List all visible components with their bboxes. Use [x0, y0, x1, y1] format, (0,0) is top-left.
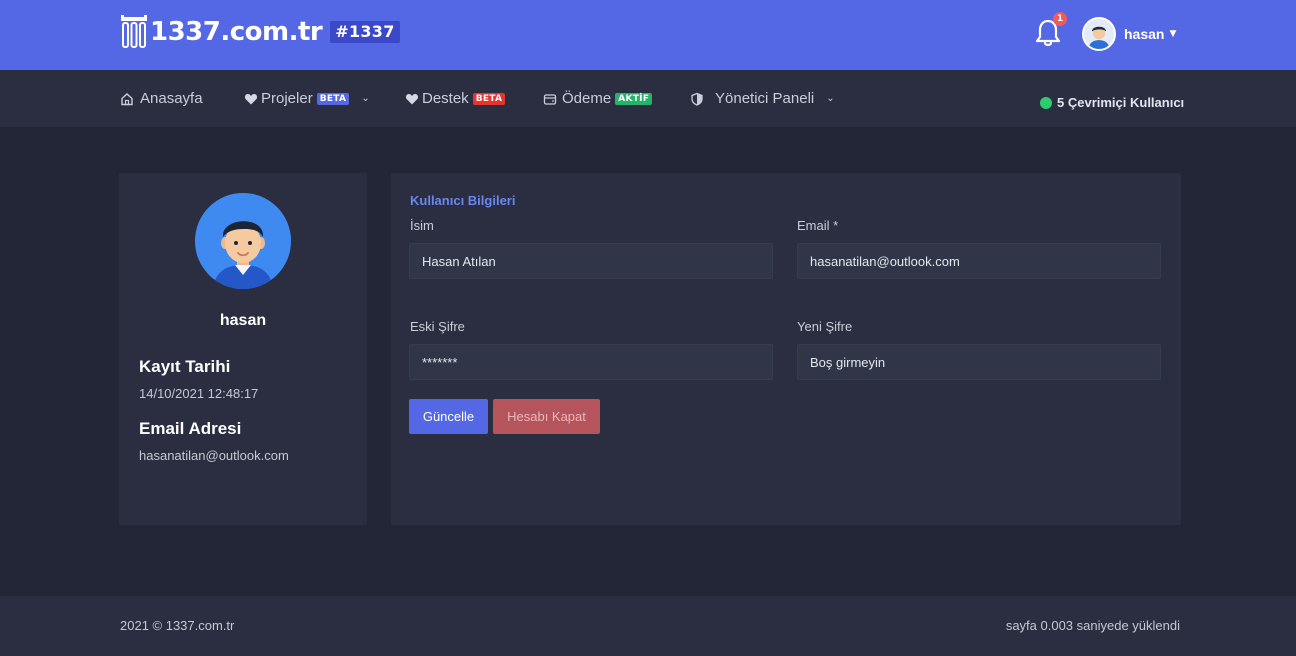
nav-item-projeler[interactable]: Projeler BETA ⌄ [244, 90, 370, 107]
nav-item-anasayfa[interactable]: Anasayfa [120, 90, 203, 107]
user-info-form: Kullanıcı Bilgileri İsim Email * Eski Şi… [391, 173, 1181, 525]
new-password-input[interactable] [797, 344, 1161, 380]
section-title: Kullanıcı Bilgileri [410, 193, 516, 208]
beta-badge: BETA [316, 92, 350, 105]
registered-date-label: Kayıt Tarihi [139, 357, 231, 376]
copyright-text: 2021 © 1337.com.tr [120, 618, 235, 633]
logo-tag: #1337 [330, 21, 400, 43]
nav-item-destek[interactable]: Destek BETA [405, 90, 506, 107]
nav-label: Ödeme [562, 90, 612, 107]
avatar-image-icon [195, 193, 291, 289]
chevron-down-icon: ⌄ [826, 93, 835, 104]
notification-count-badge: 1 [1053, 12, 1067, 26]
heart-icon [405, 93, 419, 104]
nav-label: Anasayfa [140, 90, 203, 107]
logo-text: 1337.com.tr [150, 17, 323, 47]
profile-card: hasan Kayıt Tarihi 14/10/2021 12:48:17 E… [119, 173, 367, 525]
main-nav: Anasayfa Projeler BETA ⌄ Destek BETA Öde… [0, 70, 1296, 128]
heart-icon [244, 93, 258, 104]
email-label: Email * [797, 218, 839, 233]
shield-icon [691, 92, 703, 106]
registered-date-value: 14/10/2021 12:48:17 [139, 386, 259, 401]
online-users-text: 5 Çevrimiçi Kullanıcı [1057, 95, 1185, 110]
online-users: 5 Çevrimiçi Kullanıcı [1040, 95, 1184, 110]
old-password-input[interactable] [409, 344, 773, 380]
top-header: 1337.com.tr #1337 1 hasan ▼ [0, 0, 1296, 70]
beta-badge: BETA [472, 92, 506, 105]
chevron-down-icon: ⌄ [361, 93, 370, 104]
avatar [1082, 17, 1116, 51]
name-input[interactable] [409, 243, 773, 279]
old-password-label: Eski Şifre [410, 319, 465, 334]
nav-item-yonetici-paneli[interactable]: Yönetici Paneli ⌄ [690, 90, 835, 107]
footer: 2021 © 1337.com.tr sayfa 0.003 saniyede … [0, 596, 1296, 656]
new-password-label: Yeni Şifre [797, 319, 853, 334]
online-status-icon [1040, 96, 1052, 109]
email-input[interactable] [797, 243, 1161, 279]
email-address-value: hasanatilan@outlook.com [139, 448, 289, 463]
close-account-button[interactable]: Hesabı Kapat [493, 399, 600, 434]
logo-icon [121, 15, 147, 48]
wallet-icon [543, 93, 557, 105]
avatar [195, 193, 291, 289]
active-badge: AKTİF [615, 92, 653, 105]
name-label: İsim [410, 218, 434, 233]
nav-label: Yönetici Paneli [715, 90, 815, 107]
chevron-down-icon: ▼ [1169, 29, 1177, 39]
user-name: hasan [1124, 26, 1165, 42]
nav-label: Projeler [261, 90, 313, 107]
nav-item-odeme[interactable]: Ödeme AKTİF [543, 90, 653, 107]
update-button[interactable]: Güncelle [409, 399, 488, 434]
home-icon [121, 92, 133, 105]
email-address-label: Email Adresi [139, 419, 242, 438]
nav-label: Destek [422, 90, 469, 107]
site-logo[interactable]: 1337.com.tr #1337 [120, 12, 400, 52]
avatar-image-icon [1084, 19, 1114, 49]
profile-name: hasan [219, 312, 267, 329]
page-load-time: sayfa 0.003 saniyede yüklendi [1005, 618, 1180, 633]
user-menu[interactable]: hasan ▼ [1082, 17, 1176, 51]
